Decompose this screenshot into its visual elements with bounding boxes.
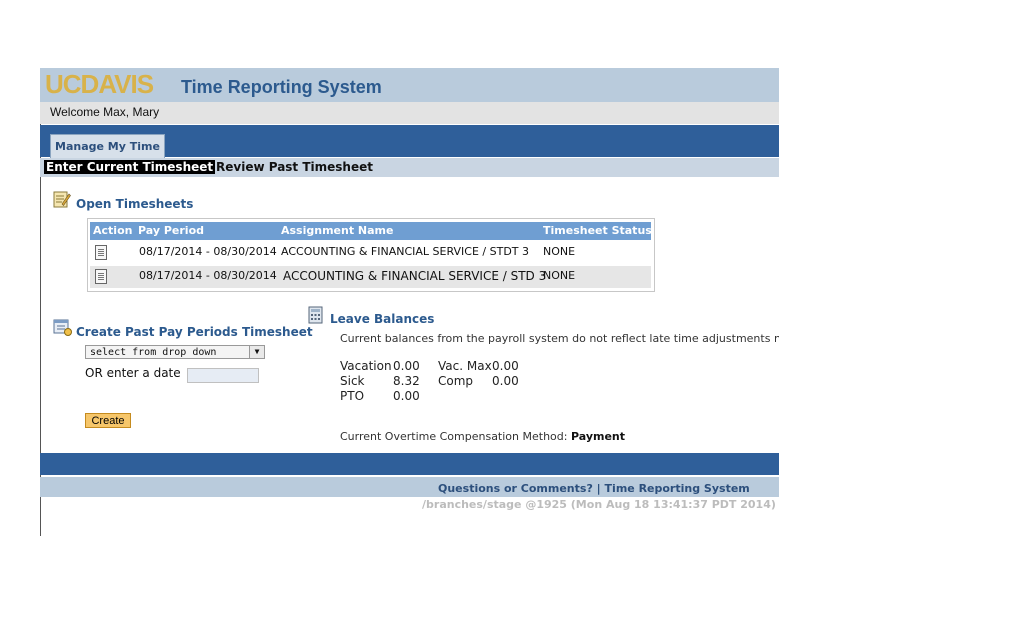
calendar-add-icon [53, 319, 72, 336]
comp-label: Comp [438, 374, 474, 388]
or-enter-date-label: OR enter a date [85, 366, 181, 380]
sick-value: 8.32 [393, 374, 420, 388]
calculator-icon [308, 306, 323, 324]
ucdavis-logo: UCDAVIS [45, 69, 154, 99]
subnav-review-past-timesheet[interactable]: Review Past Timesheet [216, 160, 373, 174]
timesheet-pencil-icon [53, 191, 71, 208]
pay-period-cell: 08/17/2014 - 08/30/2014 [139, 245, 277, 258]
open-timesheets-table: Action Pay Period Assignment Name Timesh… [87, 218, 655, 292]
header-bar: UCDAVIS Time Reporting System [40, 68, 779, 102]
status-cell: NONE [543, 245, 576, 258]
app-frame: UCDAVIS Time Reporting System Welcome Ma… [40, 68, 779, 536]
pto-value: 0.00 [393, 389, 420, 403]
pto-label: PTO [340, 389, 365, 403]
footer-links: Questions or Comments? | Time Reporting … [438, 482, 750, 495]
app-title: Time Reporting System [181, 77, 382, 97]
vacation-value: 0.00 [393, 359, 420, 373]
overtime-label: Current Overtime Compensation Method: [340, 430, 568, 443]
overtime-value: Payment [570, 430, 626, 443]
open-timesheets-title: Open Timesheets [76, 197, 194, 211]
pay-period-cell: 08/17/2014 - 08/30/2014 [139, 269, 277, 282]
column-header-status: Timesheet Status [543, 224, 652, 237]
overtime-method: Current Overtime Compensation Method: Pa… [340, 430, 625, 443]
footer-bar [40, 453, 779, 475]
system-link[interactable]: Time Reporting System [605, 482, 750, 495]
sick-label: Sick [340, 374, 365, 388]
column-header-pay-period: Pay Period [138, 224, 204, 237]
document-icon[interactable] [95, 269, 107, 284]
assignment-cell: ACCOUNTING & FINANCIAL SERVICE / STDT 3 [281, 245, 530, 258]
vac-max-label: Vac. Max [438, 359, 492, 373]
assignment-cell: ACCOUNTING & FINANCIAL SERVICE / STD 3 [283, 269, 547, 283]
past-periods-title: Create Past Pay Periods Timesheet [76, 325, 313, 339]
column-header-action: Action [93, 224, 133, 237]
questions-link[interactable]: Questions or Comments? [438, 482, 593, 495]
tab-manage-my-time[interactable]: Manage My Time [50, 134, 165, 159]
chevron-down-icon[interactable]: ▼ [249, 346, 264, 358]
date-field[interactable] [187, 368, 259, 383]
document-icon[interactable] [95, 245, 107, 260]
status-cell: NONE [543, 269, 576, 282]
footer-separator: | [596, 482, 601, 495]
vacation-label: Vacation [340, 359, 392, 373]
pay-period-select[interactable]: select from drop down ▼ [85, 345, 265, 359]
leave-balances-title: Leave Balances [330, 312, 435, 326]
select-value: select from drop down [90, 347, 217, 358]
column-header-assignment: Assignment Name [281, 224, 394, 237]
vac-max-value: 0.00 [492, 359, 519, 373]
leave-description: Current balances from the payroll system… [340, 332, 779, 345]
welcome-text: Welcome Max, Mary [50, 105, 160, 119]
version-text: /branches/stage @1925 (Mon Aug 18 13:41:… [422, 498, 776, 511]
comp-value: 0.00 [492, 374, 519, 388]
subnav-enter-current-timesheet[interactable]: Enter Current Timesheet [44, 160, 216, 174]
create-button[interactable]: Create [85, 413, 131, 428]
